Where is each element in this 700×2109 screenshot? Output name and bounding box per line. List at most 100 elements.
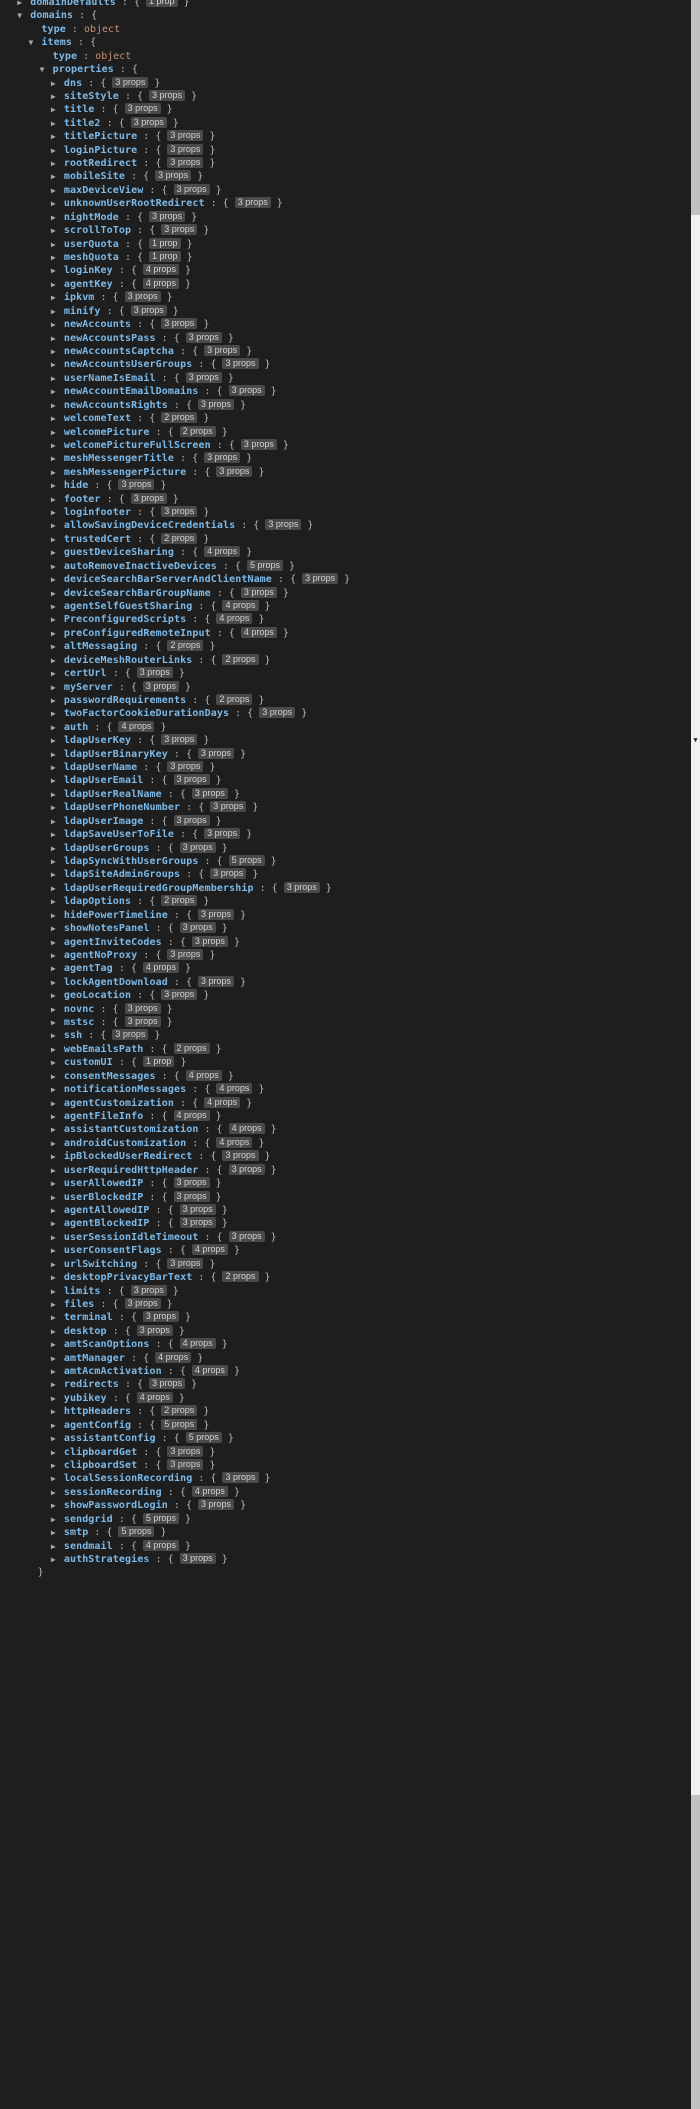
json-key[interactable]: deviceMeshRouterLinks	[64, 655, 193, 666]
json-key[interactable]: geoLocation	[64, 990, 131, 1001]
json-key[interactable]: type	[41, 24, 65, 35]
chevron-right-icon[interactable]: ▶	[49, 412, 58, 425]
chevron-right-icon[interactable]: ▶	[49, 238, 58, 251]
json-key[interactable]: newAccountsUserGroups	[64, 359, 193, 370]
tree-row[interactable]: ▶ userRequiredHttpHeader : { 3 props }	[0, 1163, 691, 1177]
tree-row[interactable]: ▶ ldapUserRealName : { 3 props }	[0, 787, 691, 801]
json-key[interactable]: twoFactorCookieDurationDays	[64, 708, 229, 719]
tree-row[interactable]: ▶ userAllowedIP : { 3 props }	[0, 1177, 691, 1190]
json-key[interactable]: clipboardGet	[64, 1447, 137, 1458]
tree-row[interactable]: ▶ files : { 3 props }	[0, 1297, 691, 1311]
chevron-right-icon[interactable]: ▶	[49, 103, 58, 116]
chevron-down-icon[interactable]: ▼	[15, 9, 24, 22]
tree-row[interactable]: ▼ domains : {	[0, 9, 691, 22]
json-key[interactable]: mstsc	[64, 1017, 95, 1028]
tree-row[interactable]: ▶ consentMessages : { 4 props }	[0, 1069, 691, 1083]
chevron-right-icon[interactable]: ▶	[49, 130, 58, 143]
chevron-right-icon[interactable]: ▶	[49, 1285, 58, 1298]
chevron-right-icon[interactable]: ▶	[49, 1083, 58, 1096]
json-key[interactable]: userBlockedIP	[64, 1192, 144, 1203]
tree-row[interactable]: ▶ agentBlockedIP : { 3 props }	[0, 1217, 691, 1230]
tree-row[interactable]: ▶ redirects : { 3 props }	[0, 1378, 691, 1391]
tree-row[interactable]: ▶ welcomePictureFullScreen : { 3 props }	[0, 438, 691, 452]
tree-row[interactable]: ▶ hide : { 3 props }	[0, 479, 691, 492]
chevron-right-icon[interactable]: ▶	[49, 667, 58, 680]
json-key[interactable]: httpHeaders	[64, 1406, 131, 1417]
tree-row[interactable]: ▶ amtManager : { 4 props }	[0, 1351, 691, 1365]
chevron-right-icon[interactable]: ▶	[49, 1459, 58, 1472]
tree-row[interactable]: ▶ urlSwitching : { 3 props }	[0, 1257, 691, 1271]
json-key[interactable]: customUI	[64, 1057, 113, 1068]
tree-row[interactable]: ▶ yubikey : { 4 props }	[0, 1391, 691, 1405]
tree-row[interactable]: ▶ deviceMeshRouterLinks : { 2 props }	[0, 653, 691, 667]
json-key[interactable]: sessionRecording	[64, 1487, 162, 1498]
chevron-right-icon[interactable]: ▶	[49, 157, 58, 170]
tree-row[interactable]: ▶ agentKey : { 4 props }	[0, 277, 691, 291]
json-key[interactable]: agentCustomization	[64, 1098, 174, 1109]
chevron-right-icon[interactable]: ▶	[49, 1110, 58, 1123]
tree-row[interactable]: ▶ desktop : { 3 props }	[0, 1324, 691, 1338]
chevron-right-icon[interactable]: ▶	[49, 573, 58, 586]
tree-row[interactable]: ▶ customUI : { 1 prop }	[0, 1056, 691, 1069]
tree-row[interactable]: ▶ newAccountsRights : { 3 props }	[0, 398, 691, 412]
vertical-scrollbar[interactable]: ▼	[691, 0, 700, 2109]
chevron-right-icon[interactable]: ▶	[49, 1540, 58, 1553]
tree-row[interactable]: ▶ title : { 3 props }	[0, 103, 691, 116]
chevron-right-icon[interactable]: ▶	[49, 1325, 58, 1338]
json-key[interactable]: androidCustomization	[64, 1138, 186, 1149]
json-key[interactable]: loginKey	[64, 265, 113, 276]
chevron-right-icon[interactable]: ▶	[49, 224, 58, 237]
chevron-right-icon[interactable]: ▶	[49, 1029, 58, 1042]
chevron-right-icon[interactable]: ▶	[49, 1003, 58, 1016]
json-key[interactable]: type	[53, 51, 77, 62]
json-key[interactable]: assistantCustomization	[64, 1124, 199, 1135]
json-key[interactable]: ldapUserGroups	[64, 843, 150, 854]
json-key[interactable]: assistantConfig	[64, 1433, 156, 1444]
json-key[interactable]: myServer	[64, 682, 113, 693]
chevron-right-icon[interactable]: ▶	[49, 1123, 58, 1136]
json-key[interactable]: meshMessengerTitle	[64, 453, 174, 464]
tree-row[interactable]: ▶ ldapUserBinaryKey : { 3 props }	[0, 747, 691, 761]
chevron-right-icon[interactable]: ▶	[49, 707, 58, 720]
tree-row[interactable]: ▶ ldapSaveUserToFile : { 3 props }	[0, 828, 691, 841]
chevron-right-icon[interactable]: ▶	[49, 345, 58, 358]
chevron-right-icon[interactable]: ▶	[49, 989, 58, 1002]
chevron-right-icon[interactable]: ▶	[49, 1164, 58, 1177]
tree-row[interactable]: ▶ ldapUserEmail : { 3 props }	[0, 774, 691, 787]
chevron-right-icon[interactable]: ▶	[49, 1298, 58, 1311]
tree-row[interactable]: ▶ amtAcmActivation : { 4 props }	[0, 1365, 691, 1378]
json-key[interactable]: autoRemoveInactiveDevices	[64, 561, 217, 572]
chevron-right-icon[interactable]: ▶	[49, 466, 58, 479]
tree-row[interactable]: ▶ PreconfiguredScripts : { 4 props }	[0, 613, 691, 626]
json-key[interactable]: ldapUserName	[64, 762, 137, 773]
json-value[interactable]: object	[95, 51, 131, 62]
tree-row[interactable]: ▶ guestDeviceSharing : { 4 props }	[0, 546, 691, 559]
tree-row[interactable]: ▶ rootRedirect : { 3 props }	[0, 157, 691, 170]
json-key[interactable]: agentTag	[64, 963, 113, 974]
json-key[interactable]: title	[64, 104, 95, 115]
json-key[interactable]: agentConfig	[64, 1420, 131, 1431]
chevron-right-icon[interactable]: ▶	[49, 1177, 58, 1190]
scrollbar-thumb-upper[interactable]	[691, 0, 700, 215]
tree-row[interactable]: ▶ userBlockedIP : { 3 props }	[0, 1190, 691, 1204]
json-key[interactable]: domainDefaults	[30, 0, 116, 8]
tree-row[interactable]: ▶ agentCustomization : { 4 props }	[0, 1096, 691, 1110]
chevron-right-icon[interactable]: ▶	[49, 197, 58, 210]
json-key[interactable]: ldapOptions	[64, 896, 131, 907]
tree-row[interactable]: ▶ unknownUserRootRedirect : { 3 props }	[0, 197, 691, 210]
json-key[interactable]: welcomeText	[64, 413, 131, 424]
tree-row[interactable]: ▶ ipBlockedUserRedirect : { 3 props }	[0, 1150, 691, 1163]
chevron-right-icon[interactable]: ▶	[49, 640, 58, 653]
chevron-right-icon[interactable]: ▶	[49, 1338, 58, 1351]
tree-row[interactable]: ▶ mobileSite : { 3 props }	[0, 170, 691, 183]
chevron-right-icon[interactable]: ▶	[49, 868, 58, 881]
json-key[interactable]: items	[41, 37, 72, 48]
chevron-right-icon[interactable]: ▶	[49, 560, 58, 573]
json-key[interactable]: agentSelfGuestSharing	[64, 601, 193, 612]
chevron-right-icon[interactable]: ▶	[49, 801, 58, 814]
json-key[interactable]: agentInviteCodes	[64, 937, 162, 948]
chevron-right-icon[interactable]: ▶	[49, 1231, 58, 1244]
tree-row[interactable]: ▶ mstsc : { 3 props }	[0, 1016, 691, 1029]
tree-row[interactable]: ▶ httpHeaders : { 2 props }	[0, 1405, 691, 1418]
tree-row[interactable]: ▼ properties : {	[0, 63, 691, 76]
